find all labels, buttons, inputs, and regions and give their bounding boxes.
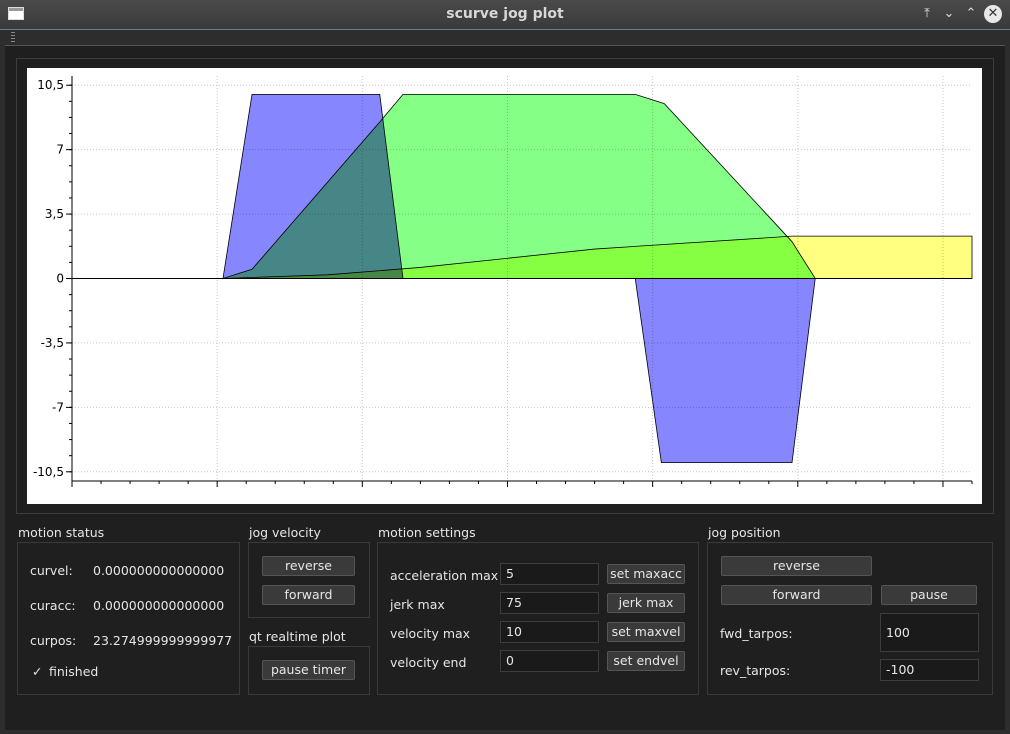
curacc-value: 0.000000000000000: [93, 598, 225, 613]
y-tick-label: 7: [56, 143, 64, 157]
y-tick-label: -7: [52, 400, 64, 414]
velocity-end-input[interactable]: 0: [500, 650, 599, 672]
chevron-up-icon[interactable]: ⌃: [962, 5, 980, 23]
curpos-value: 23.274999999999977: [93, 633, 233, 648]
jog-position-pause-button[interactable]: pause: [881, 585, 977, 605]
jerk-max-button[interactable]: jerk max: [607, 593, 685, 613]
motion-settings-title: motion settings: [378, 525, 476, 540]
rev-tarpos-label: rev_tarpos:: [720, 663, 791, 678]
curpos-label: curpos:: [30, 633, 77, 648]
finished-check-icon[interactable]: ✓: [32, 664, 42, 679]
curacc-label: curacc:: [30, 598, 76, 613]
fwd-tarpos-input[interactable]: 100: [880, 613, 979, 652]
jerk-max-input[interactable]: 75: [500, 592, 599, 614]
central-widget: 10,5 7 3,5 0 -3,5 -7 -10,5 motion status curve…: [5, 46, 1005, 730]
acceleration-max-label: acceleration max: [390, 568, 499, 583]
jog-position-title: jog position: [708, 525, 781, 540]
velocity-max-label: velocity max: [390, 626, 471, 641]
velocity-end-label: velocity end: [390, 655, 467, 670]
finished-label: finished: [49, 664, 99, 679]
close-icon[interactable]: ✕: [984, 5, 1002, 23]
title-bar[interactable]: scurve jog plot ⤒ ⌄ ⌃ ✕: [0, 0, 1010, 30]
y-tick-label: 3,5: [45, 207, 64, 221]
curvel-value: 0.000000000000000: [93, 563, 225, 578]
y-tick-label: 10,5: [37, 78, 64, 92]
set-endvel-button[interactable]: set endvel: [607, 651, 685, 671]
acceleration-max-input[interactable]: 5: [500, 563, 599, 585]
pause-timer-button[interactable]: pause timer: [262, 660, 355, 680]
y-tick-label: 0: [56, 272, 64, 286]
fwd-tarpos-label: fwd_tarpos:: [720, 626, 793, 641]
jog-velocity-title: jog velocity: [249, 525, 321, 540]
curvel-label: curvel:: [30, 563, 73, 578]
y-tick-label: -10,5: [33, 465, 64, 479]
arrow-up-bar-icon[interactable]: ⤒: [918, 5, 936, 23]
set-maxacc-button[interactable]: set maxacc: [607, 564, 685, 584]
jerk-max-label: jerk max: [390, 597, 445, 612]
chevron-down-icon[interactable]: ⌄: [940, 5, 958, 23]
velocity-max-input[interactable]: 10: [500, 621, 599, 643]
jog-velocity-group: [248, 542, 370, 618]
rev-tarpos-input[interactable]: -100: [880, 659, 979, 681]
main-window: scurve jog plot ⤒ ⌄ ⌃ ✕ 10,5 7 3,5 0 -3,5 -7 -…: [0, 0, 1010, 734]
jog-velocity-reverse-button[interactable]: reverse: [262, 556, 355, 576]
toolbar: [5, 30, 1005, 46]
qt-realtime-plot-title: qt realtime plot: [249, 629, 346, 644]
toolbar-grip-icon[interactable]: [11, 32, 15, 43]
window-title: scurve jog plot: [446, 6, 564, 22]
y-tick-label: -3,5: [41, 336, 64, 350]
set-maxvel-button[interactable]: set maxvel: [607, 622, 685, 642]
jog-position-forward-button[interactable]: forward: [721, 585, 872, 605]
scurve-chart: 10,5 7 3,5 0 -3,5 -7 -10,5: [33, 76, 973, 487]
plot-canvas[interactable]: 10,5 7 3,5 0 -3,5 -7 -10,5: [27, 68, 982, 504]
motion-status-title: motion status: [18, 525, 105, 540]
jog-position-reverse-button[interactable]: reverse: [721, 556, 872, 576]
jog-velocity-forward-button[interactable]: forward: [262, 585, 355, 605]
